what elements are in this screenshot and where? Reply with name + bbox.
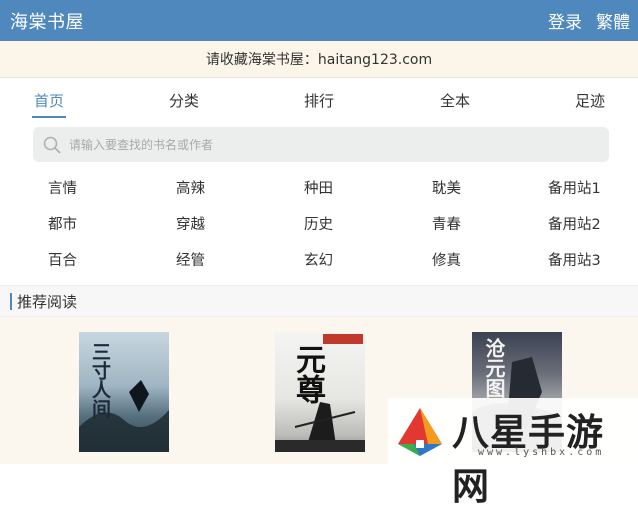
category-link[interactable]: 穿越 [176,213,205,234]
backup-site-link[interactable]: 备用站2 [548,213,601,234]
recommended-section-header: 推荐阅读 [0,285,638,317]
category-link[interactable]: 经管 [176,249,205,270]
site-title[interactable]: 海棠书屋 [10,8,84,34]
section-accent-bar [10,292,12,310]
bookmark-notice-text: 请收藏海棠书屋：haitang123.com [205,52,433,68]
nav-home[interactable]: 首页 [31,90,67,118]
nav-completed[interactable]: 全本 [440,90,470,111]
category-link[interactable]: 高辣 [176,177,205,198]
watermark-logo-icon [398,408,442,456]
login-link[interactable]: 登录 [548,8,582,33]
nav-categories[interactable]: 分类 [169,90,199,111]
nav-history[interactable]: 足迹 [575,90,605,111]
nav-ranking[interactable]: 排行 [304,90,334,111]
category-link[interactable]: 修真 [432,249,461,270]
backup-site-link[interactable]: 备用站1 [548,177,601,198]
book-cover-title: 沧元图 [482,338,506,398]
watermark-url: www.lyshbx.com [478,447,605,458]
search-icon [43,136,61,153]
category-link[interactable]: 青春 [432,213,461,234]
category-link[interactable]: 耽美 [432,177,461,198]
category-link[interactable]: 历史 [304,213,333,234]
book-cover[interactable]: 元尊 [275,332,365,452]
top-bar: 海棠书屋 登录 繁體 [0,0,638,41]
traditional-chinese-link[interactable]: 繁體 [596,8,630,33]
main-nav: 首页 分类 排行 全本 足迹 [0,78,638,124]
category-link[interactable]: 种田 [304,177,333,198]
top-actions: 登录 繁體 [548,8,630,33]
category-link[interactable]: 都市 [48,213,77,234]
watermark-overlay: 八星手游网 www.lyshbx.com [388,398,638,508]
book-cover-title: 元尊 [290,344,325,404]
section-title: 推荐阅读 [17,292,78,311]
book-cover[interactable]: 三寸人间 [79,332,169,452]
search-input[interactable] [67,136,571,153]
category-link[interactable]: 百合 [48,249,77,270]
book-cover-title: 三寸人间 [89,342,111,418]
category-link[interactable]: 言情 [48,177,77,198]
search-box[interactable] [33,127,609,162]
bookmark-notice: 请收藏海棠书屋：haitang123.com [0,41,638,78]
category-link[interactable]: 玄幻 [304,249,333,270]
backup-site-link[interactable]: 备用站3 [548,249,601,270]
